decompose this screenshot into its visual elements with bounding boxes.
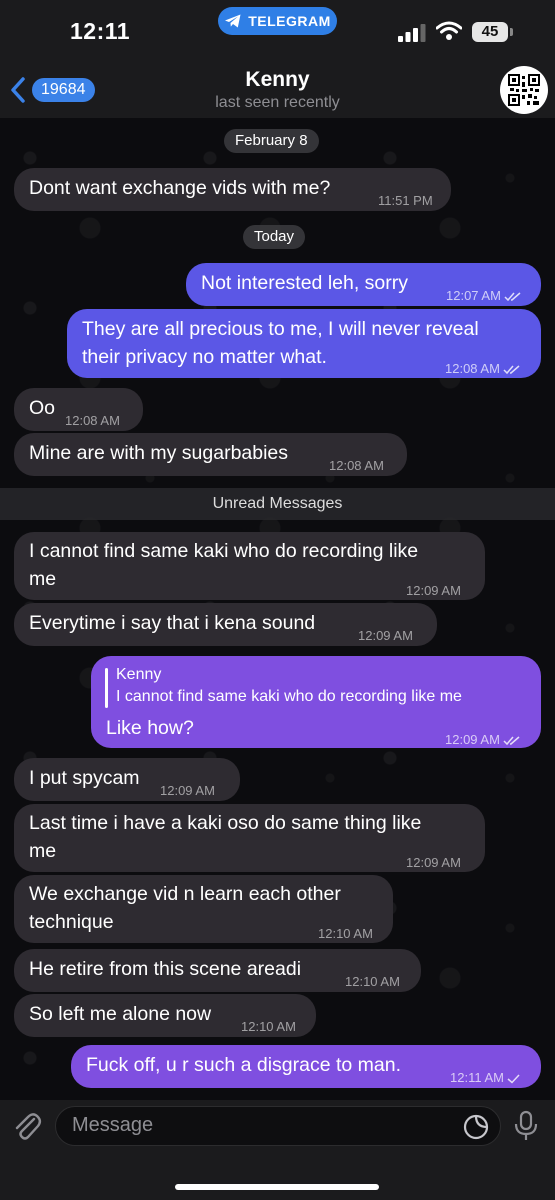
qr-code-icon — [508, 74, 540, 106]
message-text: So left me alone now — [29, 1003, 212, 1025]
message-time: 11:51 PM — [378, 193, 433, 208]
message-composer: Message — [0, 1100, 555, 1200]
read-ticks-icon — [503, 365, 520, 375]
message-outgoing[interactable]: They are all precious to me, I will neve… — [67, 309, 541, 378]
date-chip: February 8 — [224, 129, 319, 153]
message-time: 12:08 AM — [445, 355, 521, 383]
home-indicator — [175, 1184, 379, 1190]
telegram-icon — [225, 14, 241, 28]
signal-icon — [398, 24, 426, 42]
message-time: 12:09 AM — [160, 783, 215, 798]
message-text: He retire from this scene areadi — [29, 958, 302, 980]
message-incoming[interactable]: He retire from this scene areadi 12:10 A… — [14, 949, 421, 992]
telegram-label: TELEGRAM — [248, 13, 331, 29]
message-input[interactable]: Message — [55, 1106, 501, 1146]
message-outgoing[interactable]: Not interested leh, sorry 12:07 AM — [186, 263, 541, 306]
message-incoming[interactable]: Mine are with my sugarbabies 12:08 AM — [14, 433, 407, 476]
battery-indicator: 45 — [472, 22, 508, 42]
message-text: Not interested leh, sorry — [201, 272, 409, 294]
message-time: 12:10 AM — [241, 1019, 296, 1034]
reply-quote-bar — [105, 668, 108, 708]
message-time: 12:10 AM — [345, 974, 400, 989]
message-time: 12:09 AM — [445, 726, 521, 754]
message-outgoing[interactable]: Fuck off, u r such a disgrace to man. 12… — [71, 1045, 541, 1088]
message-text-line: me — [29, 840, 57, 862]
status-bar: 12:11 TELEGRAM 45 — [0, 0, 555, 60]
message-time: 12:11 AM — [450, 1064, 521, 1092]
message-text-line: me — [29, 568, 57, 590]
chat-title[interactable]: Kenny — [0, 68, 555, 92]
message-text-line: They are all precious to me, I will neve… — [82, 318, 479, 340]
message-text: Everytime i say that i kena sound — [29, 612, 316, 634]
read-ticks-icon — [503, 736, 520, 746]
qr-code-avatar[interactable] — [500, 66, 548, 114]
message-incoming[interactable]: Dont want exchange vids with me? 11:51 P… — [14, 168, 451, 211]
date-chip: Today — [243, 225, 306, 249]
message-text-line: We exchange vid n learn each other — [29, 883, 341, 905]
message-incoming[interactable]: Last time i have a kaki oso do same thin… — [14, 804, 485, 872]
message-outgoing-reply[interactable]: Kenny I cannot find same kaki who do rec… — [91, 656, 541, 748]
message-time: 12:10 AM — [318, 926, 373, 941]
chat-last-seen: last seen recently — [215, 94, 340, 111]
message-time: 12:09 AM — [406, 855, 461, 870]
message-text: Like how? — [106, 717, 194, 739]
message-time: 12:09 AM — [406, 583, 461, 598]
message-text: I put spycam — [29, 767, 140, 789]
message-incoming[interactable]: Everytime i say that i kena sound 12:09 … — [14, 603, 437, 646]
message-incoming[interactable]: I put spycam 12:09 AM — [14, 758, 240, 801]
chat-header: 19684 Kenny last seen recently — [0, 60, 555, 118]
message-text-line: I cannot find same kaki who do recording… — [29, 540, 419, 562]
message-text: Fuck off, u r such a disgrace to man. — [86, 1054, 402, 1076]
message-incoming[interactable]: I cannot find same kaki who do recording… — [14, 532, 485, 600]
message-text-line: technique — [29, 911, 114, 933]
message-text-line: their privacy no matter what. — [82, 346, 327, 368]
telegram-pill[interactable]: TELEGRAM — [218, 7, 337, 35]
status-time: 12:11 — [70, 18, 131, 44]
message-time: 12:08 AM — [65, 413, 120, 428]
message-time: 12:07 AM — [446, 282, 522, 310]
unread-messages-divider: Unread Messages — [0, 488, 555, 520]
read-ticks-icon — [504, 292, 521, 302]
paperclip-icon[interactable] — [12, 1110, 42, 1142]
message-time: 12:09 AM — [358, 628, 413, 643]
sent-tick-icon — [507, 1074, 520, 1084]
message-incoming[interactable]: Oo 12:08 AM — [14, 388, 143, 431]
message-text: Dont want exchange vids with me? — [29, 177, 331, 199]
message-time: 12:08 AM — [329, 458, 384, 473]
message-text: Oo — [29, 397, 56, 419]
sticker-icon[interactable] — [462, 1113, 490, 1141]
reply-quoted-text: I cannot find same kaki who do recording… — [116, 688, 462, 705]
microphone-icon[interactable] — [514, 1110, 538, 1142]
reply-author: Kenny — [116, 666, 162, 683]
message-text-line: Last time i have a kaki oso do same thin… — [29, 812, 422, 834]
message-incoming[interactable]: So left me alone now 12:10 AM — [14, 994, 316, 1037]
wifi-icon — [436, 21, 462, 40]
message-placeholder: Message — [72, 1114, 154, 1136]
message-incoming[interactable]: We exchange vid n learn each other techn… — [14, 875, 393, 943]
battery-tip — [510, 28, 513, 36]
message-text: Mine are with my sugarbabies — [29, 442, 289, 464]
